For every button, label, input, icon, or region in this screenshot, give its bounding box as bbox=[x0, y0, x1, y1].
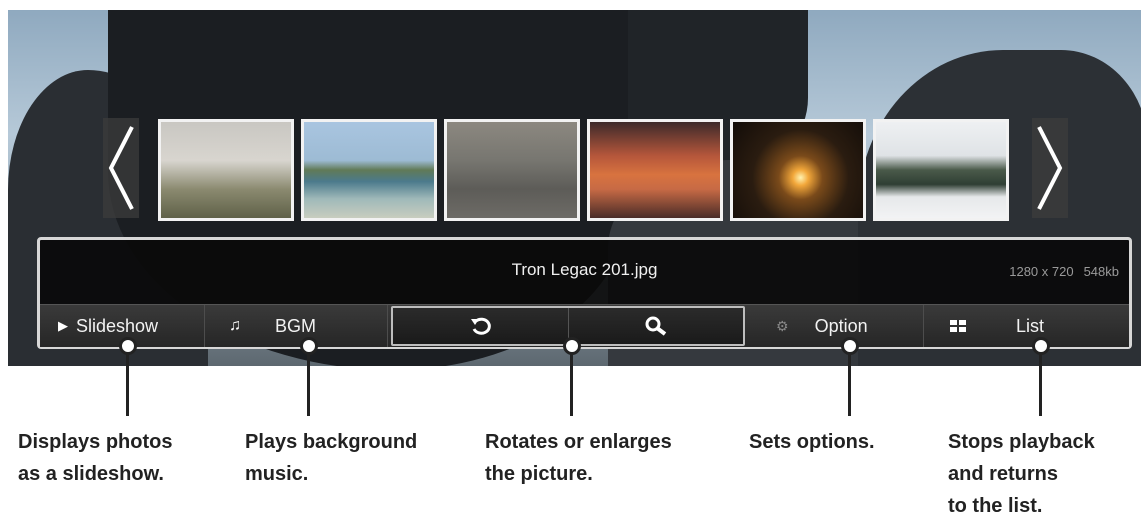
bgm-label: BGM bbox=[275, 315, 317, 336]
list-button[interactable]: List bbox=[924, 305, 1129, 347]
thumbnail-6[interactable] bbox=[873, 119, 1009, 221]
caption-line: as a slideshow. bbox=[18, 463, 164, 485]
file-size-text: 548kb bbox=[1083, 264, 1119, 279]
callout-dot bbox=[1032, 337, 1050, 355]
option-label: Option bbox=[814, 315, 868, 336]
music-note-icon: ♫ bbox=[229, 317, 241, 334]
list-label: List bbox=[1016, 315, 1045, 336]
gear-icon: ⚙ bbox=[776, 317, 789, 334]
rotate-button[interactable] bbox=[393, 308, 569, 344]
file-info-row: Tron Legac 201.jpg 1280 x 720 548kb bbox=[40, 240, 1129, 302]
callout-line bbox=[848, 348, 851, 416]
callout-dot bbox=[563, 337, 581, 355]
thumbnail-image bbox=[161, 122, 291, 218]
control-buttons: ▶ Slideshow ♫ BGM ⚙ Option List bbox=[40, 304, 1129, 347]
caption-line: Displays photos bbox=[18, 431, 173, 453]
grid-icon bbox=[950, 320, 966, 332]
caption-line: the picture. bbox=[485, 463, 593, 485]
caption-line: to the list. bbox=[948, 495, 1043, 517]
caption-line: Plays background bbox=[245, 431, 418, 453]
file-meta: 1280 x 720 548kb bbox=[1009, 264, 1119, 279]
thumbnail-image bbox=[590, 122, 720, 218]
callout-line bbox=[126, 348, 129, 416]
thumbnail-image bbox=[304, 122, 434, 218]
caption-option: Sets options. bbox=[749, 426, 875, 458]
thumbnail-3[interactable] bbox=[444, 119, 580, 221]
previous-button[interactable] bbox=[103, 118, 139, 218]
file-name: Tron Legac 201.jpg bbox=[511, 260, 658, 279]
caption-line: Rotates or enlarges bbox=[485, 431, 672, 453]
play-icon: ▶ bbox=[58, 318, 68, 333]
caption-line: and returns bbox=[948, 463, 1059, 485]
thumbnail-2[interactable] bbox=[301, 119, 437, 221]
thumbnail-image bbox=[876, 122, 1006, 218]
caption-line: music. bbox=[245, 463, 309, 485]
callout-dot bbox=[300, 337, 318, 355]
caption-bgm: Plays background music. bbox=[245, 426, 417, 490]
thumbnail-4[interactable] bbox=[587, 119, 723, 221]
slideshow-label: Slideshow bbox=[76, 315, 159, 336]
thumbnail-5[interactable] bbox=[730, 119, 866, 221]
callout-line bbox=[570, 348, 573, 416]
caption-slideshow: Displays photos as a slideshow. bbox=[18, 426, 172, 490]
thumbnail-1[interactable] bbox=[158, 119, 294, 221]
next-button[interactable] bbox=[1032, 118, 1068, 218]
caption-rotate-zoom: Rotates or enlarges the picture. bbox=[485, 426, 672, 490]
caption-line: Sets options. bbox=[749, 431, 875, 453]
callout-line bbox=[1039, 348, 1042, 416]
rotate-icon bbox=[470, 317, 491, 335]
chevron-left-icon bbox=[108, 126, 134, 210]
option-button[interactable]: ⚙ Option bbox=[752, 305, 924, 347]
chevron-right-icon bbox=[1037, 126, 1063, 210]
zoom-button[interactable] bbox=[568, 308, 743, 344]
thumbnail-image bbox=[447, 122, 577, 218]
control-bar: Tron Legac 201.jpg 1280 x 720 548kb ▶ Sli… bbox=[37, 237, 1132, 349]
callout-dot bbox=[119, 337, 137, 355]
magnifier-icon bbox=[645, 316, 666, 336]
bgm-button[interactable]: ♫ BGM bbox=[205, 305, 388, 347]
thumbnail-image bbox=[733, 122, 863, 218]
caption-list: Stops playback and returns to the list. bbox=[948, 426, 1095, 522]
caption-line: Stops playback bbox=[948, 431, 1095, 453]
resolution-text: 1280 x 720 bbox=[1009, 264, 1074, 279]
callout-line bbox=[307, 348, 310, 416]
callout-dot bbox=[841, 337, 859, 355]
